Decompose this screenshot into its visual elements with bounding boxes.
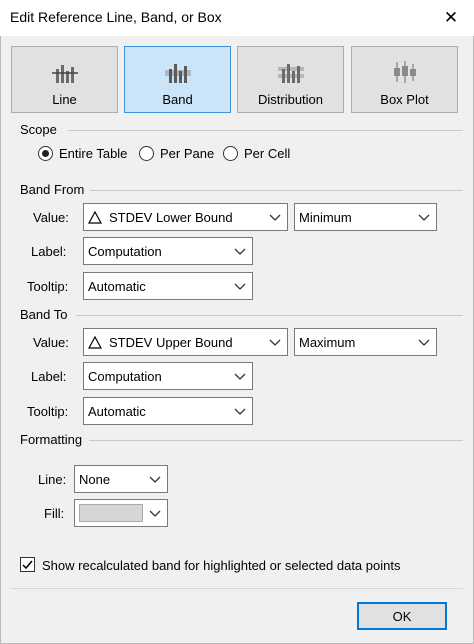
recalculated-band-checkbox[interactable] <box>20 557 35 572</box>
section-divider <box>68 130 463 131</box>
band-to-aggregation-dropdown[interactable]: Maximum <box>294 328 437 356</box>
radio-per-pane[interactable]: Per Pane <box>139 146 214 161</box>
band-to-heading: Band To <box>20 307 68 322</box>
fill-color-swatch <box>79 504 143 522</box>
box-plot-icon <box>393 61 416 83</box>
footer-divider <box>11 588 463 589</box>
band-from-aggregation-dropdown[interactable]: Minimum <box>294 203 437 231</box>
band-to-tooltip-label: Tooltip: <box>27 404 69 419</box>
dropdown-value: Maximum <box>299 334 356 350</box>
band-to-label-label: Label: <box>31 369 67 384</box>
dropdown-value: Computation <box>88 368 162 384</box>
tab-label: Band <box>162 92 193 107</box>
radio-label: Entire Table <box>59 146 128 161</box>
band-from-tooltip-dropdown[interactable]: Automatic <box>83 272 253 300</box>
checkmark-icon <box>22 560 33 570</box>
dialog-title: Edit Reference Line, Band, or Box <box>10 9 222 25</box>
band-from-label-dropdown[interactable]: Computation <box>83 237 253 265</box>
chevron-down-icon <box>234 283 246 290</box>
distribution-icon <box>277 64 304 83</box>
section-divider <box>89 440 463 441</box>
band-from-tooltip-label: Tooltip: <box>27 279 69 294</box>
reference-line-icon <box>51 65 78 83</box>
delta-icon <box>88 335 102 349</box>
chevron-down-icon <box>149 476 161 483</box>
radio-entire-table[interactable]: Entire Table <box>38 146 127 161</box>
ok-button[interactable]: OK <box>357 602 447 630</box>
chevron-down-icon <box>149 510 161 517</box>
dropdown-value: STDEV Upper Bound <box>109 334 233 350</box>
tab-label: Distribution <box>257 92 324 107</box>
band-from-heading: Band From <box>20 182 85 197</box>
title-bar: Edit Reference Line, Band, or Box ✕ <box>0 0 474 36</box>
band-from-label-label: Label: <box>31 244 67 259</box>
radio-label: Per Cell <box>244 146 291 161</box>
delta-icon <box>88 210 102 224</box>
chevron-down-icon <box>234 373 246 380</box>
section-divider <box>76 315 463 316</box>
chevron-down-icon <box>234 408 246 415</box>
chevron-down-icon <box>269 214 281 221</box>
dropdown-value: Computation <box>88 243 162 259</box>
radio-indicator <box>139 146 154 161</box>
line-label: Line: <box>38 472 67 487</box>
band-from-value-dropdown[interactable]: STDEV Lower Bound <box>83 203 288 231</box>
scope-heading: Scope <box>20 122 57 137</box>
recalculated-band-label: Show recalculated band for highlighted o… <box>42 558 401 573</box>
band-to-value-label: Value: <box>33 335 69 350</box>
tab-label: Line <box>52 92 77 107</box>
section-divider <box>90 190 463 191</box>
tab-distribution[interactable]: Distribution <box>237 46 344 113</box>
tab-band[interactable]: Band <box>124 46 231 113</box>
formatting-heading: Formatting <box>20 432 83 447</box>
dropdown-value: STDEV Lower Bound <box>109 209 233 225</box>
dropdown-value: Automatic <box>88 278 146 294</box>
dropdown-value: Minimum <box>299 209 352 225</box>
line-style-dropdown[interactable]: None <box>74 465 168 493</box>
tab-label: Box Plot <box>380 92 429 107</box>
chevron-down-icon <box>418 339 430 346</box>
band-to-value-dropdown[interactable]: STDEV Upper Bound <box>83 328 288 356</box>
reference-band-icon <box>164 64 191 83</box>
chevron-down-icon <box>234 248 246 255</box>
radio-per-cell[interactable]: Per Cell <box>223 146 290 161</box>
band-to-label-dropdown[interactable]: Computation <box>83 362 253 390</box>
close-button[interactable]: ✕ <box>428 0 474 36</box>
radio-selected-indicator <box>38 146 53 161</box>
chevron-down-icon <box>269 339 281 346</box>
band-from-value-label: Value: <box>33 210 69 225</box>
radio-indicator <box>223 146 238 161</box>
close-icon: ✕ <box>443 8 459 27</box>
fill-color-dropdown[interactable] <box>74 499 168 527</box>
radio-label: Per Pane <box>160 146 215 161</box>
fill-label: Fill: <box>44 506 65 521</box>
tab-line[interactable]: Line <box>11 46 118 113</box>
dropdown-value: None <box>79 471 111 487</box>
chevron-down-icon <box>418 214 430 221</box>
band-to-tooltip-dropdown[interactable]: Automatic <box>83 397 253 425</box>
tab-box-plot[interactable]: Box Plot <box>351 46 458 113</box>
dropdown-value: Automatic <box>88 403 146 419</box>
